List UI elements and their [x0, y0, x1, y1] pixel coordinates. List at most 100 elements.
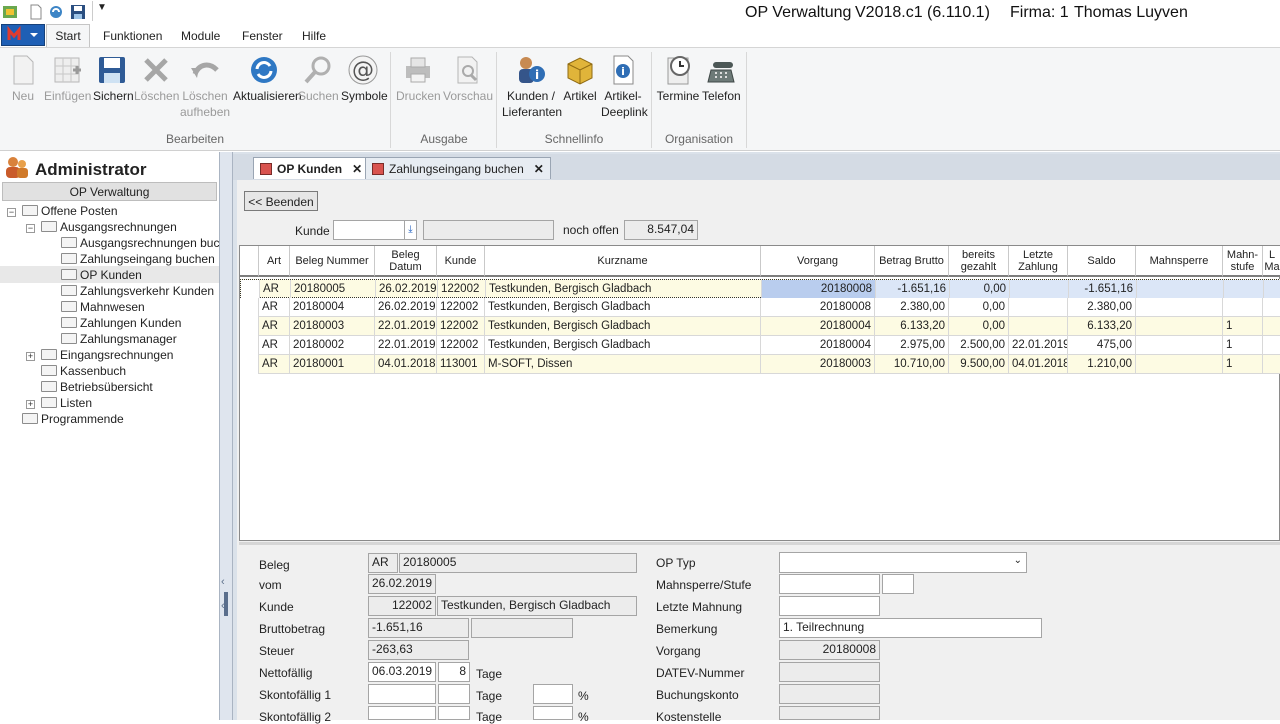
skonto1-tage-field[interactable] [438, 684, 470, 704]
col-beleg-datum[interactable]: Beleg Datum [375, 246, 437, 277]
cell-mahnstufe[interactable]: 1 [1223, 355, 1263, 374]
tree-offene-posten[interactable]: − Offene Posten [7, 203, 118, 219]
nettofaellig-tage-field[interactable]: 8 [438, 662, 470, 682]
cell-beleg-nummer[interactable]: 20180003 [290, 317, 375, 336]
collapse-icon[interactable]: − [26, 224, 35, 233]
cell-betrag-brutto[interactable]: 6.133,20 [875, 317, 949, 336]
cell-art[interactable]: AR [259, 317, 290, 336]
cell-beleg-nummer[interactable]: 20180002 [290, 336, 375, 355]
close-icon[interactable]: ✕ [352, 162, 362, 176]
kunde-lookup-button[interactable]: ⤓ [404, 220, 417, 240]
beleg-art-field[interactable]: AR [368, 553, 398, 573]
cell-vorgang[interactable]: 20180008 [761, 298, 875, 317]
mahnsperre-field[interactable] [779, 574, 880, 594]
cell-letzte-mahnung[interactable] [1263, 317, 1280, 336]
expand-icon[interactable]: + [26, 352, 35, 361]
cell-beleg-datum[interactable]: 26.02.2019 [376, 280, 438, 299]
col-saldo[interactable]: Saldo [1068, 246, 1136, 277]
optyp-select[interactable]: ⌄ [779, 552, 1027, 573]
tree-eingangsrechnungen[interactable]: + Eingangsrechnungen [26, 347, 173, 363]
skonto2-date-field[interactable] [368, 706, 436, 720]
cell-kurzname[interactable]: Testkunden, Bergisch Gladbach [485, 317, 761, 336]
collapse-icon[interactable]: − [7, 208, 16, 217]
cell-bereits-gezahlt[interactable]: 0,00 [950, 280, 1010, 299]
cell-bereits-gezahlt[interactable]: 0,00 [949, 317, 1009, 336]
cell-mahnsperre[interactable] [1136, 336, 1223, 355]
tab-zahlungseingang-buchen[interactable]: Zahlungseingang buchen ✕ [365, 157, 551, 179]
op-verwaltung-section-button[interactable]: OP Verwaltung [2, 182, 217, 201]
tree-op-kunden[interactable]: OP Kunden [61, 267, 142, 283]
cell-letzte-zahlung[interactable] [1009, 317, 1068, 336]
loeschen-aufheben-button[interactable]: Löschen aufheben [180, 54, 230, 120]
table-row[interactable]: AR 20180002 22.01.2019 122002 Testkunden, Be… [240, 336, 1280, 355]
cell-vorgang[interactable]: 20180004 [761, 336, 875, 355]
cell-letzte-mahnung[interactable] [1264, 280, 1280, 299]
skonto2-percent-field[interactable] [533, 706, 573, 720]
tree-ausgangsrechnungen-buchen[interactable]: Ausgangsrechnungen buchen [61, 235, 219, 251]
col-letzte-mahnung[interactable]: L Ma [1263, 246, 1280, 277]
cell-saldo[interactable]: -1.651,16 [1069, 280, 1137, 299]
letzte-mahnung-field[interactable] [779, 596, 880, 616]
tree-ausgangsrechnungen[interactable]: − Ausgangsrechnungen [26, 219, 177, 235]
expand-icon[interactable]: + [26, 400, 35, 409]
kunden-lieferanten-button[interactable]: i Kunden / Lieferanten [502, 54, 562, 120]
menu-tab-start[interactable]: Start [46, 24, 90, 48]
steuer-field[interactable]: -263,63 [368, 640, 469, 660]
close-icon[interactable]: ✕ [534, 162, 544, 176]
suchen-button[interactable]: Suchen [298, 54, 339, 104]
qat-dropdown-icon[interactable]: ▼ [97, 2, 107, 13]
tree-zahlungen-kunden[interactable]: Zahlungen Kunden [61, 315, 181, 331]
buchungskonto-field[interactable] [779, 684, 880, 704]
datev-nummer-field[interactable] [779, 662, 880, 682]
cell-letzte-mahnung[interactable] [1263, 336, 1280, 355]
tree-mahnwesen[interactable]: Mahnwesen [61, 299, 145, 315]
cell-mahnsperre[interactable] [1136, 355, 1223, 374]
cell-kunde[interactable]: 122002 [437, 317, 485, 336]
cell-mahnsperre[interactable] [1136, 317, 1223, 336]
cell-mahnstufe[interactable]: 1 [1223, 317, 1263, 336]
vorgang-field[interactable]: 20180008 [779, 640, 880, 660]
col-kunde[interactable]: Kunde [437, 246, 485, 277]
cell-mahnstufe[interactable]: 1 [1223, 336, 1263, 355]
cell-betrag-brutto[interactable]: -1.651,16 [876, 280, 950, 299]
cell-mahnsperre[interactable] [1137, 280, 1224, 299]
cell-saldo[interactable]: 2.380,00 [1068, 298, 1136, 317]
col-bereits-gezahlt[interactable]: bereits gezahlt [949, 246, 1009, 277]
cell-beleg-datum[interactable]: 22.01.2019 [375, 317, 437, 336]
cell-betrag-brutto[interactable]: 10.710,00 [875, 355, 949, 374]
cell-kurzname[interactable]: Testkunden, Bergisch Gladbach [486, 280, 762, 299]
telefon-button[interactable]: Telefon [702, 54, 741, 104]
cell-saldo[interactable]: 475,00 [1068, 336, 1136, 355]
cell-beleg-nummer[interactable]: 20180004 [290, 298, 375, 317]
tree-betriebsuebersicht[interactable]: Betriebsübersicht [41, 379, 153, 395]
tab-op-kunden[interactable]: OP Kunden ✕ [253, 157, 370, 179]
table-row[interactable]: AR 20180003 22.01.2019 122002 Testkunden, Be… [240, 317, 1280, 336]
cell-kunde[interactable]: 113001 [437, 355, 485, 374]
save-icon[interactable] [70, 4, 86, 20]
new-document-icon[interactable] [28, 4, 44, 20]
row-indicator[interactable] [240, 317, 259, 336]
cell-letzte-mahnung[interactable] [1263, 298, 1280, 317]
mahnstufe-field[interactable] [882, 574, 914, 594]
cell-bereits-gezahlt[interactable]: 9.500,00 [949, 355, 1009, 374]
refresh-icon[interactable] [48, 4, 64, 20]
tree-zahlungsverkehr-kunden[interactable]: Zahlungsverkehr Kunden [61, 283, 214, 299]
cell-beleg-datum[interactable]: 26.02.2019 [375, 298, 437, 317]
cell-mahnstufe[interactable] [1223, 298, 1263, 317]
cell-saldo[interactable]: 1.210,00 [1068, 355, 1136, 374]
bemerkung-field[interactable]: 1. Teilrechnung [779, 618, 1042, 638]
cell-letzte-zahlung[interactable] [1009, 298, 1068, 317]
tree-kassenbuch[interactable]: Kassenbuch [41, 363, 126, 379]
cell-kunde[interactable]: 122002 [437, 298, 485, 317]
cell-letzte-mahnung[interactable] [1263, 355, 1280, 374]
col-mahnstufe[interactable]: Mahn- stufe [1223, 246, 1263, 277]
col-letzte-zahlung[interactable]: Letzte Zahlung [1009, 246, 1068, 277]
cell-mahnstufe[interactable] [1224, 280, 1264, 299]
col-mahnsperre[interactable]: Mahnsperre [1136, 246, 1223, 277]
cell-beleg-datum[interactable]: 04.01.2018 [375, 355, 437, 374]
beleg-nummer-field[interactable]: 20180005 [399, 553, 637, 573]
table-row[interactable]: AR 20180005 26.02.2019 122002 Testkunden, Be… [240, 279, 1280, 299]
cell-art[interactable]: AR [259, 298, 290, 317]
cell-vorgang[interactable]: 20180008 [762, 280, 876, 299]
col-art[interactable]: Art [259, 246, 290, 277]
